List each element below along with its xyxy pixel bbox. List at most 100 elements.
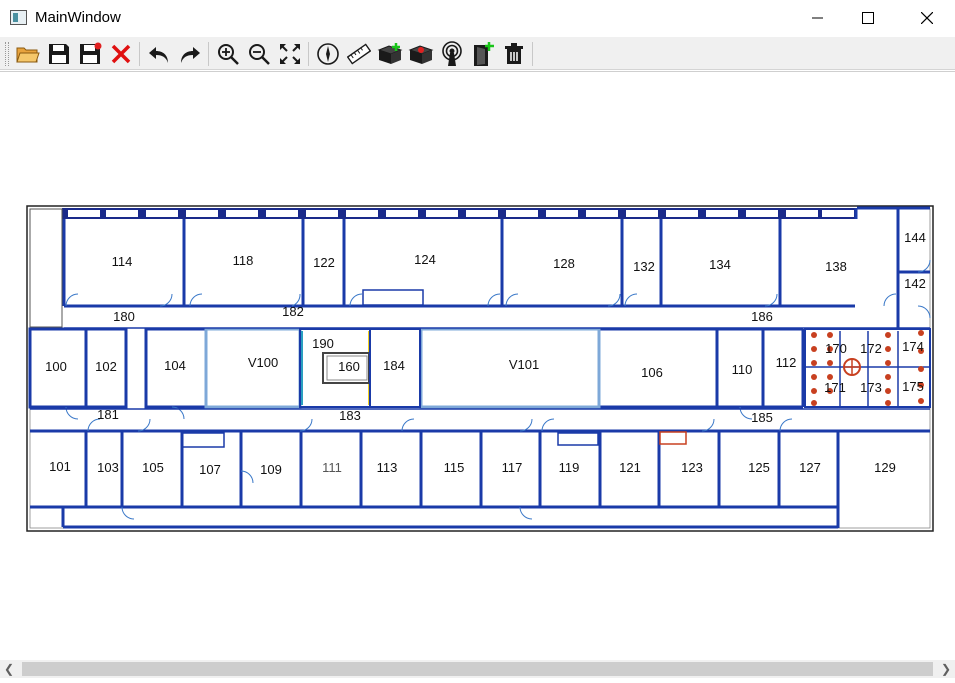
toolbar-separator [308,42,309,66]
room-label[interactable]: 129 [874,460,896,475]
room-label[interactable]: 117 [502,460,523,475]
room-label[interactable]: 102 [95,359,117,374]
add-block-icon [377,43,403,64]
room-label[interactable]: 190 [312,336,334,351]
title-bar: MainWindow [0,0,955,36]
redo-icon [181,47,200,63]
room-label[interactable]: 100 [45,359,67,374]
close-file-button[interactable] [107,40,135,68]
add-door-icon [474,42,494,66]
toolbar-separator [208,42,209,66]
redo-button[interactable] [176,40,204,68]
close-icon [921,12,933,24]
room-label[interactable]: 127 [799,460,821,475]
delete-button[interactable] [500,40,528,68]
zoom-in-icon [218,44,239,65]
room-label[interactable]: 111 [322,460,342,475]
room-label[interactable]: 123 [681,460,703,475]
open-button[interactable] [14,40,42,68]
fit-to-window-button[interactable] [276,40,304,68]
toolbar-separator [139,42,140,66]
room-label[interactable]: 118 [233,253,254,268]
undo-icon [149,47,168,63]
room-label[interactable]: V101 [509,357,539,372]
scroll-left-arrow-icon[interactable]: ❮ [0,660,18,678]
bottom-edge [0,678,955,683]
room-label[interactable]: 113 [377,460,398,475]
scrollbar-thumb[interactable] [22,662,933,676]
toolbar-grip[interactable] [5,42,9,66]
room-label[interactable]: 171 [824,380,846,395]
minimize-button[interactable] [795,0,841,36]
room-label[interactable]: 125 [748,460,770,475]
room-label[interactable]: 114 [112,254,133,269]
room-label[interactable]: 101 [49,459,71,474]
floorplan-canvas[interactable]: 114 118 122 124 128 132 134 138 144 142 … [0,71,955,660]
horizontal-scrollbar[interactable]: ❮ ❯ [0,660,955,678]
toolbar [0,37,955,70]
room-label[interactable]: 184 [383,358,405,373]
room-label[interactable]: 132 [633,259,655,274]
save-as-icon [80,42,102,64]
ruler-button[interactable] [345,40,373,68]
room-label[interactable]: V100 [248,355,278,370]
zoom-in-button[interactable] [214,40,242,68]
room-label[interactable]: 170 [825,341,847,356]
access-point-icon [442,41,462,66]
maximize-button[interactable] [845,0,891,36]
room-label[interactable]: 173 [860,380,882,395]
undo-button[interactable] [145,40,173,68]
room-label[interactable]: 180 [113,309,135,324]
room-label[interactable]: 105 [142,460,164,475]
room-label[interactable]: 181 [97,407,119,422]
room-label[interactable]: 160 [338,359,360,374]
delete-icon [505,43,523,64]
remove-block-button[interactable] [407,40,435,68]
room-label[interactable]: 115 [444,460,465,475]
room-label[interactable]: 185 [751,410,773,425]
save-icon [49,44,69,64]
room-label[interactable]: 128 [553,256,575,271]
room-label[interactable]: 182 [282,304,304,319]
room-label[interactable]: 103 [97,460,119,475]
access-point-button[interactable] [438,40,466,68]
floorplan[interactable]: 114 118 122 124 128 132 134 138 144 142 … [0,72,955,661]
room-label[interactable]: 109 [260,462,282,477]
room-label[interactable]: 104 [164,358,186,373]
compass-button[interactable] [314,40,342,68]
room-label[interactable]: 134 [709,257,731,272]
ruler-icon [347,43,371,65]
room-label[interactable]: 138 [825,259,847,274]
room-label[interactable]: 122 [313,255,335,270]
toolbar-separator [532,42,533,66]
app-icon [10,10,27,25]
fit-to-window-icon [280,44,300,64]
room-label[interactable]: 112 [776,355,797,370]
zoom-out-button[interactable] [245,40,273,68]
room-label[interactable]: 175 [902,379,924,394]
room-label[interactable]: 119 [559,460,580,475]
add-door-button[interactable] [469,40,497,68]
compass-icon [317,43,339,65]
room-label[interactable]: 172 [860,341,882,356]
room-label[interactable]: 186 [751,309,773,324]
room-label[interactable]: 121 [619,460,641,475]
save-button[interactable] [45,40,73,68]
minimize-icon [812,17,823,19]
close-button[interactable] [904,0,950,36]
room-label[interactable]: 144 [904,230,926,245]
main-window: MainWindow 114 118 122 124 128 132 134 1… [0,0,955,683]
room-label[interactable]: 110 [732,362,753,377]
zoom-out-icon [249,44,270,65]
close-x-icon [111,44,131,64]
room-label[interactable]: 107 [199,462,221,477]
scroll-right-arrow-icon[interactable]: ❯ [937,660,955,678]
room-label[interactable]: 183 [339,408,361,423]
room-label[interactable]: 174 [902,339,924,354]
room-label[interactable]: 124 [414,252,436,267]
add-block-button[interactable] [376,40,404,68]
save-as-button[interactable] [76,40,104,68]
maximize-icon [862,12,874,24]
room-label[interactable]: 106 [641,365,663,380]
room-label[interactable]: 142 [904,276,926,291]
